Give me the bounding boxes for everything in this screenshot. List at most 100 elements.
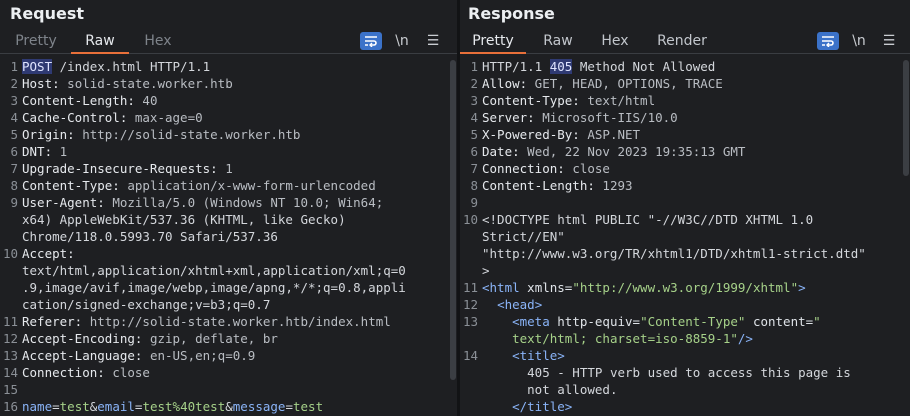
line-text: Connection: close — [22, 364, 457, 381]
response-scrollbar[interactable] — [903, 60, 909, 176]
code-line: 3 Content-Length: 40 — [0, 92, 457, 109]
html-tag: > — [798, 280, 806, 295]
request-title: Request — [10, 4, 85, 23]
tab-raw[interactable]: Raw — [540, 33, 576, 54]
line-number: 3 — [470, 93, 478, 108]
line-text: Content-Length: 1293 — [482, 177, 910, 194]
attribute-value: "Content-Type" — [640, 314, 746, 329]
line-text: 405 - HTTP verb used to access this page… — [482, 364, 910, 381]
line-text: X-Powered-By: ASP.NET — [482, 126, 910, 143]
header-name: Upgrade-Insecure-Requests: — [22, 161, 218, 176]
code-line: 9 User-Agent: Mozilla/5.0 (Windows NT 10.… — [0, 194, 457, 211]
header-name: Content-Length: — [22, 93, 135, 108]
line-number: 8 — [10, 178, 18, 193]
line-number: 6 — [10, 144, 18, 159]
line-text: Accept: — [22, 245, 457, 262]
line-number: 1 — [470, 59, 478, 74]
code-line: 2 Allow: GET, HEAD, OPTIONS, TRACE — [460, 75, 910, 92]
code-line: 7 Upgrade-Insecure-Requests: 1 — [0, 160, 457, 177]
code-line: 3 Content-Type: text/html — [460, 92, 910, 109]
code-line: 1 POST /index.html HTTP/1.1 — [0, 58, 457, 75]
html-tag: <head> — [497, 297, 543, 312]
line-value: solid-state.worker.htb — [59, 76, 233, 91]
header-name: Accept-Encoding: — [22, 331, 143, 346]
line-number — [460, 245, 482, 262]
line-number: 1 — [10, 59, 18, 74]
http-method: POST — [22, 59, 53, 74]
line-value: Microsoft-IIS/10.0 — [534, 110, 678, 125]
wrap-lines-icon[interactable] — [360, 32, 382, 50]
tab-pretty[interactable]: Pretty — [460, 33, 526, 54]
code-line: 14 <title> — [460, 347, 910, 364]
line-text: </title> — [482, 398, 910, 415]
line-value: .9,image/avif,image/webp,image/apng,*/*;… — [22, 280, 406, 295]
line-text: Strict//EN" — [482, 228, 910, 245]
code-line: "http://www.w3.org/TR/xhtml1/DTD/xhtml1-… — [460, 245, 910, 262]
line-text: > — [482, 262, 910, 279]
code-line: not allowed. — [460, 381, 910, 398]
line-text: <meta http-equiv="Content-Type" content=… — [482, 313, 910, 330]
line-number: 11 — [462, 280, 478, 295]
newline-toggle-button[interactable]: \n — [391, 32, 413, 50]
line-number: 9 — [10, 195, 18, 210]
line-text: Content-Length: 40 — [22, 92, 457, 109]
code-line: </title> — [460, 398, 910, 415]
code-line: 6 DNT: 1 — [0, 143, 457, 160]
line-number — [460, 398, 482, 415]
line-text: Date: Wed, 22 Nov 2023 19:35:13 GMT — [482, 143, 910, 160]
html-attribute: http-equiv= — [549, 314, 641, 329]
code-line: 13 <meta http-equiv="Content-Type" conte… — [460, 313, 910, 330]
menu-icon[interactable]: ☰ — [878, 32, 900, 50]
line-value: 1 — [52, 144, 68, 159]
param-equals: = — [52, 399, 60, 414]
response-editor[interactable]: 1 HTTP/1.1 405 Method Not Allowed 2 Allow: … — [460, 58, 910, 416]
request-editor[interactable]: 1 POST /index.html HTTP/1.1 2 Host: solid-s… — [0, 58, 457, 416]
code-line: > — [460, 262, 910, 279]
line-number: 4 — [10, 110, 18, 125]
line-text: DNT: 1 — [22, 143, 457, 160]
menu-icon[interactable]: ☰ — [422, 32, 444, 50]
line-value: application/x-www-form-urlencoded — [119, 178, 376, 193]
line-number: 5 — [10, 127, 18, 142]
line-text: <head> — [482, 296, 910, 313]
param-name: message — [232, 399, 286, 414]
line-value: Mozilla/5.0 (Windows NT 10.0; Win64; — [104, 195, 384, 210]
code-line: 13 Accept-Language: en-US,en;q=0.9 — [0, 347, 457, 364]
line-number: 15 — [2, 382, 18, 397]
attribute-value: " — [813, 314, 821, 329]
header-name: Origin: — [22, 127, 75, 142]
tab-hex[interactable]: Hex — [143, 33, 173, 54]
line-number: 14 — [2, 365, 18, 380]
newline-toggle-button[interactable]: \n — [848, 32, 870, 50]
tab-render[interactable]: Render — [656, 33, 708, 54]
code-line: 5 Origin: http://solid-state.worker.htb — [0, 126, 457, 143]
line-value: 1 — [217, 161, 233, 176]
html-tag: <html — [482, 280, 520, 295]
line-number: 13 — [462, 314, 478, 329]
status-code: 405 — [549, 59, 573, 74]
status-prefix: HTTP/1.1 — [482, 59, 550, 74]
line-text: text/html,application/xhtml+xml,applicat… — [22, 262, 457, 279]
status-reason: Method Not Allowed — [572, 59, 716, 74]
request-scrollbar[interactable] — [450, 60, 456, 380]
request-line: /index.html HTTP/1.1 — [52, 59, 211, 74]
tab-raw[interactable]: Raw — [71, 33, 129, 54]
line-value: "http://www.w3.org/TR/xhtml1/DTD/xhtml1-… — [482, 246, 866, 261]
tab-hex[interactable]: Hex — [600, 33, 630, 54]
line-text: Cache-Control: max-age=0 — [22, 109, 457, 126]
header-name: Date: — [482, 144, 520, 159]
line-number — [0, 296, 22, 313]
code-line: 11 <html xmlns="http://www.w3.org/1999/xh… — [460, 279, 910, 296]
response-pane: Response Pretty Raw Hex Render \n ☰ 1 HTT… — [460, 0, 910, 416]
line-value: Chrome/118.0.5993.70 Safari/537.36 — [22, 229, 278, 244]
line-text: Content-Type: application/x-www-form-url… — [22, 177, 457, 194]
line-text — [482, 194, 910, 211]
wrap-lines-icon[interactable] — [817, 32, 839, 50]
code-line: 2 Host: solid-state.worker.htb — [0, 75, 457, 92]
line-text: Origin: http://solid-state.worker.htb — [22, 126, 457, 143]
tab-pretty[interactable]: Pretty — [14, 33, 58, 54]
attribute-value: text/html; charset=iso-8859-1" — [512, 331, 738, 346]
line-value: 1293 — [594, 178, 633, 193]
code-line: 10 Accept: — [0, 245, 457, 262]
